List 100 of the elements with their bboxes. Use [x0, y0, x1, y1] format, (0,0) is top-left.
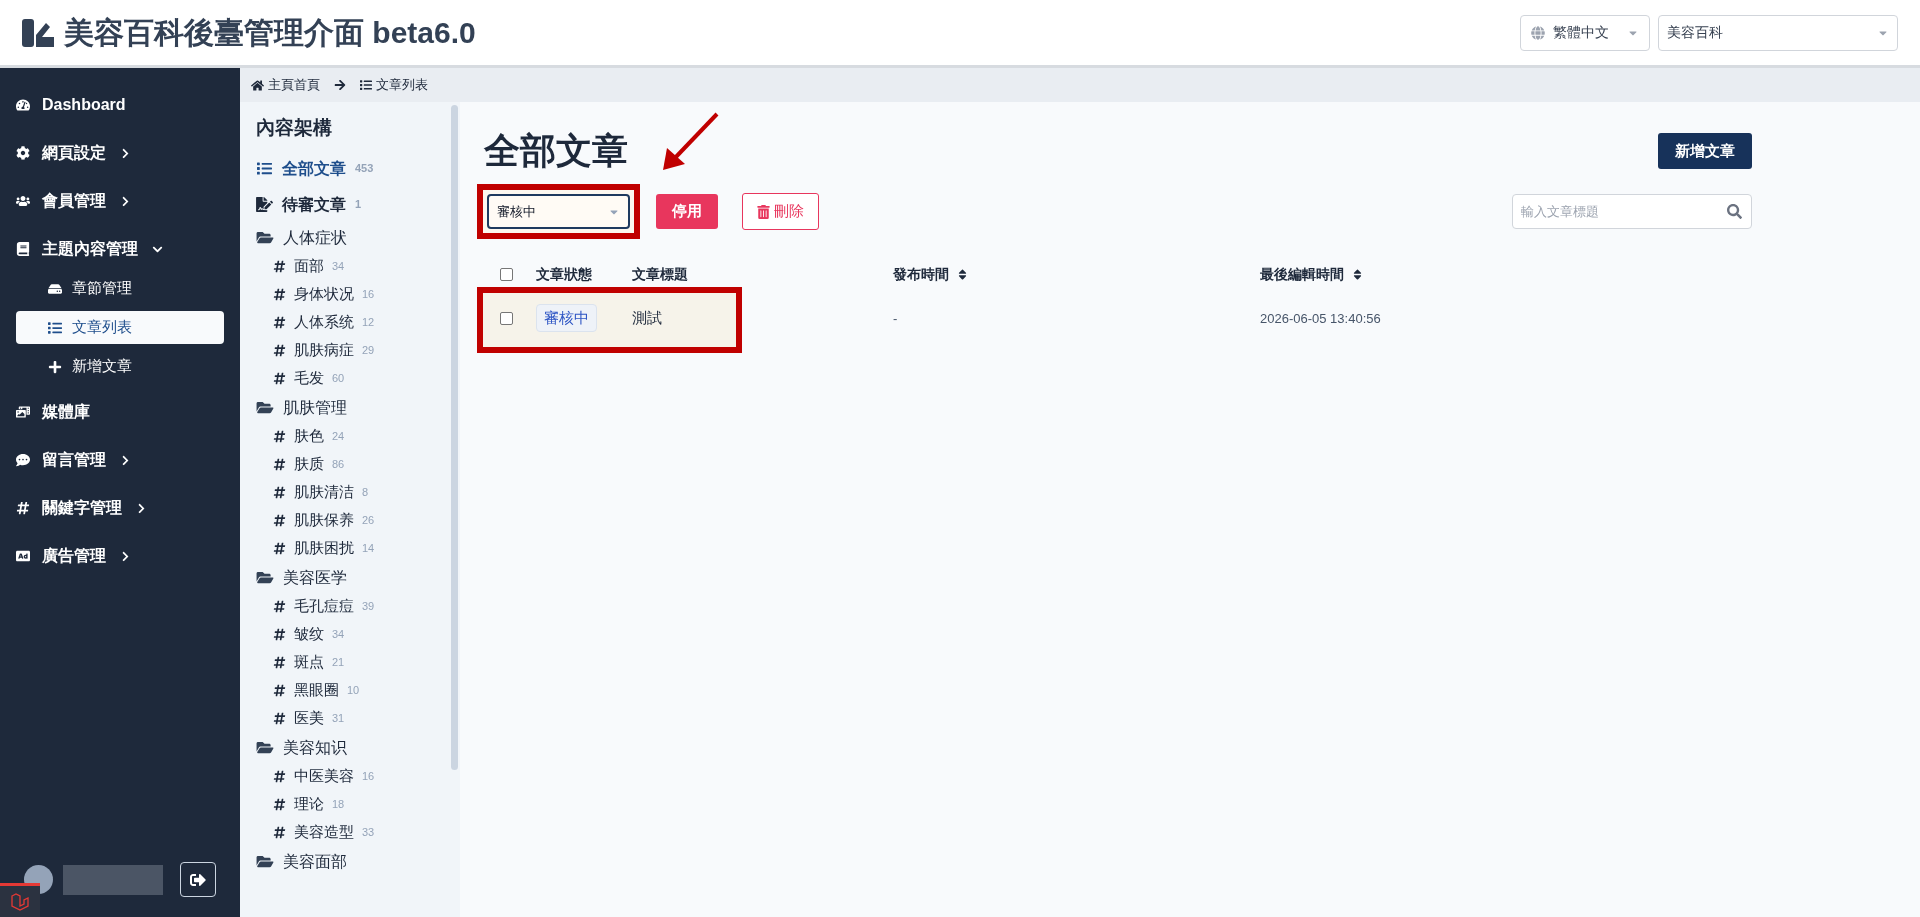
sidebar-subitem[interactable]: 新增文章 — [16, 350, 224, 383]
comment-icon — [16, 453, 30, 467]
folder-icon — [256, 854, 274, 869]
users-icon — [16, 194, 30, 208]
list-icon — [48, 320, 62, 335]
tag-count: 29 — [362, 343, 375, 359]
table-cell: 測試 — [632, 308, 662, 326]
sidebar-item[interactable]: 關鍵字管理 — [0, 485, 240, 531]
tag-item[interactable]: 面部 34 — [256, 252, 451, 281]
app-title: 美容百科後臺管理介面 beta6.0 — [64, 15, 476, 51]
hashtag-icon — [273, 826, 286, 839]
hashtag-icon — [273, 600, 286, 613]
tag-item[interactable]: 毛孔痘痘 39 — [256, 592, 451, 621]
plus-icon — [48, 359, 62, 374]
sidebar-item[interactable]: 會員管理 — [0, 178, 240, 224]
tag-item[interactable]: 肌肤困扰 14 — [256, 534, 451, 563]
breadcrumb-link[interactable]: 主頁首頁 — [251, 75, 320, 95]
tag-count: 16 — [362, 287, 375, 303]
tag-item[interactable]: 毛发 60 — [256, 364, 451, 393]
settings-icon — [16, 146, 30, 160]
status-select[interactable]: 審核中 — [487, 194, 630, 229]
tag-label: 美容造型 — [294, 822, 354, 843]
tree-count: 1 — [355, 197, 362, 213]
edit-document-icon — [256, 197, 273, 212]
tag-item[interactable]: 中医美容 16 — [256, 762, 451, 791]
search-icon[interactable] — [1727, 204, 1742, 219]
category-item[interactable]: 肌肤管理 — [256, 392, 451, 423]
hashtag-icon — [273, 288, 286, 301]
tag-item[interactable]: 皱纹 34 — [256, 620, 451, 649]
tag-item[interactable]: 肌肤清洁 8 — [256, 478, 451, 507]
tag-item[interactable]: 黑眼圈 10 — [256, 676, 451, 705]
tag-count: 10 — [347, 683, 360, 699]
list-icon — [256, 161, 273, 176]
tag-count: 34 — [332, 259, 345, 275]
tag-item[interactable]: 肤色 24 — [256, 422, 451, 451]
tag-item[interactable]: 肌肤保养 26 — [256, 506, 451, 535]
sidebar-item[interactable]: 留言管理 — [0, 437, 240, 483]
tree-item[interactable]: 待審文章 1 — [256, 186, 451, 223]
tag-item[interactable]: 身体状况 16 — [256, 280, 451, 309]
tag-label: 毛孔痘痘 — [294, 596, 354, 617]
sidebar-item[interactable]: 媒體庫 — [0, 389, 240, 435]
column-header: 文章標題 — [632, 264, 688, 284]
hashtag-icon — [273, 316, 286, 329]
site-select[interactable]: 美容百科 — [1658, 14, 1898, 51]
tag-count: 8 — [362, 485, 369, 501]
tag-count: 31 — [332, 711, 345, 727]
sidebar-item[interactable]: 網頁設定 — [0, 130, 240, 176]
sort-icon — [1352, 267, 1363, 281]
new-article-button[interactable]: 新增文章 — [1658, 133, 1752, 169]
tag-item[interactable]: 斑点 21 — [256, 648, 451, 677]
home-icon — [251, 78, 264, 92]
category-item[interactable]: 人体症状 — [256, 222, 451, 253]
folder-icon — [256, 570, 274, 585]
tag-label: 肌肤清洁 — [294, 482, 354, 503]
disable-button[interactable]: 停用 — [656, 194, 718, 229]
tree-label: 全部文章 — [282, 158, 346, 179]
sidebar-item[interactable]: 廣告管理 — [0, 533, 240, 579]
tag-label: 肌肤病症 — [294, 340, 354, 361]
tag-item[interactable]: 肌肤病症 29 — [256, 336, 451, 365]
breadcrumb-link[interactable]: 文章列表 — [360, 75, 428, 95]
tag-item[interactable]: 肤质 86 — [256, 450, 451, 479]
tag-item[interactable]: 医美 31 — [256, 704, 451, 733]
tree-item[interactable]: 全部文章 453 — [256, 150, 451, 187]
tag-label: 理论 — [294, 794, 324, 815]
search-field[interactable]: 輸入文章標題 — [1512, 194, 1752, 229]
tag-label: 身体状况 — [294, 284, 354, 305]
sidebar-item[interactable]: 主題內容管理 — [0, 226, 240, 272]
book-icon — [16, 242, 30, 256]
tag-item[interactable]: 人体系统 12 — [256, 308, 451, 337]
scrollbar-thumb[interactable] — [451, 105, 458, 770]
framework-badge[interactable] — [0, 883, 40, 917]
photos-icon — [16, 405, 30, 419]
column-header[interactable]: 發布時間 — [893, 263, 968, 285]
sidebar-subitem[interactable]: 文章列表 — [16, 311, 224, 344]
logo-icon — [22, 18, 54, 47]
column-header[interactable]: 最後編輯時間 — [1260, 263, 1363, 285]
category-item[interactable]: 美容知识 — [256, 732, 451, 763]
tag-count: 18 — [332, 797, 345, 813]
status-badge: 審核中 — [536, 303, 597, 333]
chevron-right-icon — [120, 454, 131, 466]
category-item[interactable]: 美容面部 — [256, 846, 451, 877]
tag-item[interactable]: 美容造型 33 — [256, 818, 451, 847]
sidebar-item[interactable]: Dashboard — [0, 82, 240, 128]
tag-item[interactable]: 理论 18 — [256, 790, 451, 819]
hashtag-icon — [273, 430, 286, 443]
hashtag-icon — [273, 798, 286, 811]
trash-icon — [757, 204, 770, 219]
sidebar-subitem[interactable]: 章節管理 — [16, 272, 224, 305]
hashtag-icon — [273, 486, 286, 499]
category-item[interactable]: 美容医学 — [256, 562, 451, 593]
checkbox[interactable] — [500, 267, 513, 281]
chevron-right-icon — [120, 147, 131, 159]
language-select[interactable]: 繁體中文 — [1520, 14, 1650, 51]
hashtag-icon — [273, 656, 286, 669]
cube-logo-icon — [10, 891, 30, 912]
logout-button[interactable] — [180, 862, 216, 897]
hashtag-icon — [273, 628, 286, 641]
card-icon — [16, 549, 30, 563]
delete-button[interactable]: 刪除 — [742, 193, 819, 230]
hashtag-icon — [273, 344, 286, 357]
